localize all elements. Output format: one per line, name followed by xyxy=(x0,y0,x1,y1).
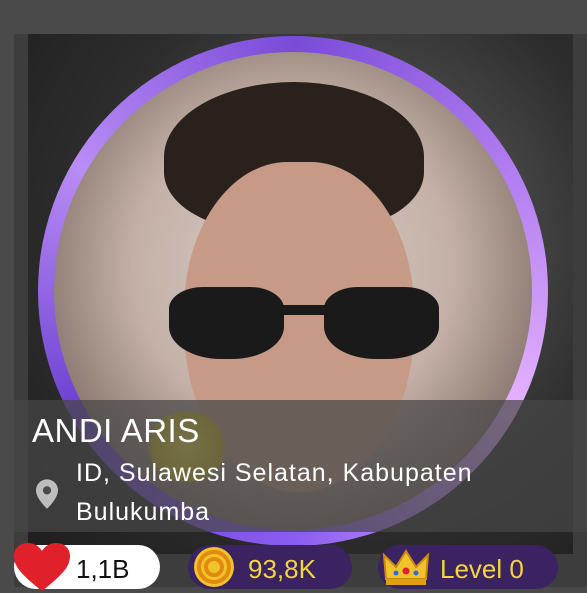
stats-bar: 1,1B 93,8K Level 0 xyxy=(0,543,587,591)
likes-badge[interactable]: 1,1B xyxy=(14,543,160,591)
coins-count: 93,8K xyxy=(248,554,316,584)
profile-card: ANDI ARIS ID, Sulawesi Selatan, Kabupate… xyxy=(14,34,587,587)
coin-icon xyxy=(194,547,234,587)
crown-icon xyxy=(382,549,430,585)
profile-name: ANDI ARIS xyxy=(32,412,200,449)
avatar-sunglasses xyxy=(169,287,439,359)
likes-count: 1,1B xyxy=(76,554,130,584)
coins-badge[interactable]: 93,8K xyxy=(188,545,352,589)
heart-icon xyxy=(14,543,70,591)
level-label: Level 0 xyxy=(440,554,524,584)
level-badge[interactable]: Level 0 xyxy=(378,545,558,589)
location-pin-icon xyxy=(36,479,58,509)
profile-location: ID, Sulawesi Selatan, Kabupaten Bulukumb… xyxy=(76,459,473,526)
